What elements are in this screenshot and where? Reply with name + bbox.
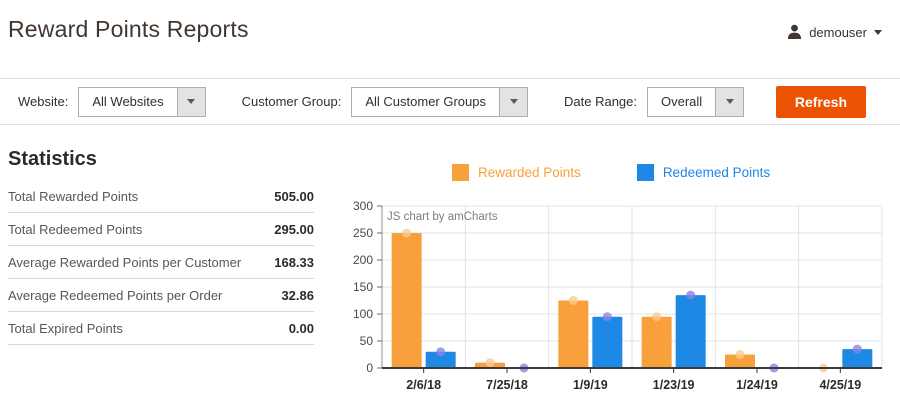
- table-row: Average Rewarded Points per Customer 168…: [8, 246, 314, 279]
- table-row: Average Redeemed Points per Order 32.86: [8, 279, 314, 312]
- table-row: Total Rewarded Points 505.00: [8, 180, 314, 213]
- table-row: Total Redeemed Points 295.00: [8, 213, 314, 246]
- page-title: Reward Points Reports: [8, 16, 249, 42]
- y-tick-label: 0: [366, 361, 373, 375]
- bar-redeemed[interactable]: [592, 316, 623, 368]
- website-select-caret-button[interactable]: [176, 87, 205, 116]
- stat-label: Total Expired Points: [8, 321, 123, 336]
- customer-group-select-value: All Customer Groups: [365, 93, 486, 109]
- bar-bullet: [686, 290, 696, 300]
- amcharts-watermark[interactable]: JS chart by amCharts: [387, 211, 498, 223]
- customer-group-label: Customer Group:: [241, 94, 342, 109]
- legend-swatch-rewarded: [452, 164, 469, 181]
- date-range-label: Date Range:: [564, 94, 637, 109]
- chevron-down-icon: [187, 99, 196, 104]
- chart-legend: Rewarded Points Redeemed Points: [452, 164, 770, 181]
- stat-label: Average Redeemed Points per Order: [8, 288, 223, 303]
- x-tick-label: 1/23/19: [653, 378, 695, 392]
- refresh-button[interactable]: Refresh: [775, 85, 866, 118]
- x-tick-label: 7/25/18: [486, 378, 528, 392]
- legend-item-rewarded-points[interactable]: Rewarded Points: [452, 164, 581, 181]
- bar-bullet: [485, 358, 495, 368]
- chevron-down-icon: [874, 29, 882, 35]
- y-tick-label: 200: [353, 253, 373, 267]
- x-tick-label: 1/9/19: [573, 378, 608, 392]
- reward-points-reports-page: Reward Points Reports demouser Website: …: [0, 0, 900, 420]
- y-tick-label: 100: [353, 307, 373, 321]
- stat-value: 505.00: [274, 189, 314, 204]
- stat-label: Total Rewarded Points: [8, 189, 139, 204]
- statistics-heading: Statistics: [8, 148, 97, 170]
- customer-group-filter-group: Customer Group: All Customer Groups: [241, 86, 528, 117]
- x-tick-label: 4/25/19: [819, 378, 861, 392]
- user-icon: [788, 24, 802, 40]
- customer-group-select-caret-button[interactable]: [499, 87, 527, 116]
- y-tick-label: 300: [353, 199, 373, 213]
- stat-label: Total Redeemed Points: [8, 222, 143, 237]
- website-filter-group: Website: All Websites: [18, 86, 206, 117]
- date-range-select-value: Overall: [661, 93, 703, 109]
- y-tick-label: 50: [360, 334, 374, 348]
- customer-group-select[interactable]: All Customer Groups: [351, 86, 528, 117]
- user-name: demouser: [809, 24, 867, 40]
- legend-swatch-redeemed: [636, 164, 654, 181]
- x-tick-label: 2/6/18: [406, 378, 441, 392]
- chevron-down-icon: [725, 99, 734, 104]
- x-tick-label: 1/24/19: [736, 378, 778, 392]
- bar-rewarded[interactable]: [558, 300, 589, 369]
- bar-bullet: [652, 312, 662, 322]
- bar-bullet: [852, 344, 862, 354]
- legend-item-redeemed-points[interactable]: Redeemed Points: [636, 164, 771, 181]
- bar-redeemed[interactable]: [675, 295, 706, 368]
- stat-value: 0.00: [288, 321, 314, 336]
- legend-label-redeemed: Redeemed Points: [662, 165, 771, 180]
- bar-rewarded[interactable]: [641, 316, 672, 368]
- statistics-section: Statistics Total Rewarded Points 505.00 …: [8, 148, 314, 345]
- bar-bullet: [568, 296, 578, 305]
- bar-bullet: [602, 312, 612, 322]
- bar-bullet: [735, 350, 745, 359]
- website-select[interactable]: All Websites: [78, 86, 206, 117]
- stat-value: 295.00: [274, 222, 314, 237]
- bar-rewarded[interactable]: [391, 233, 422, 368]
- website-select-value: All Websites: [92, 93, 164, 109]
- y-tick-label: 150: [353, 280, 373, 294]
- bar-bullet: [436, 347, 446, 357]
- date-range-select-caret-button[interactable]: [715, 87, 744, 116]
- legend-label-rewarded: Rewarded Points: [478, 165, 581, 180]
- bar-chart: 0 50 100 150 200 250 300 2/6/18 7/25/18 1/9/19 1/2…: [338, 196, 894, 406]
- date-range-select[interactable]: Overall: [647, 86, 745, 117]
- table-row: Total Expired Points 0.00: [8, 312, 314, 345]
- filter-bar: Website: All Websites Customer Group: Al…: [0, 78, 900, 125]
- stat-label: Average Rewarded Points per Customer: [8, 255, 242, 270]
- y-tick-label: 250: [353, 226, 373, 240]
- user-menu[interactable]: demouser: [787, 24, 882, 40]
- stat-value: 168.33: [274, 255, 314, 270]
- bar-bullet: [402, 228, 412, 238]
- date-range-filter-group: Date Range: Overall: [564, 86, 745, 117]
- stat-value: 32.86: [281, 288, 314, 303]
- website-label: Website:: [18, 94, 69, 109]
- chevron-down-icon: [509, 99, 518, 104]
